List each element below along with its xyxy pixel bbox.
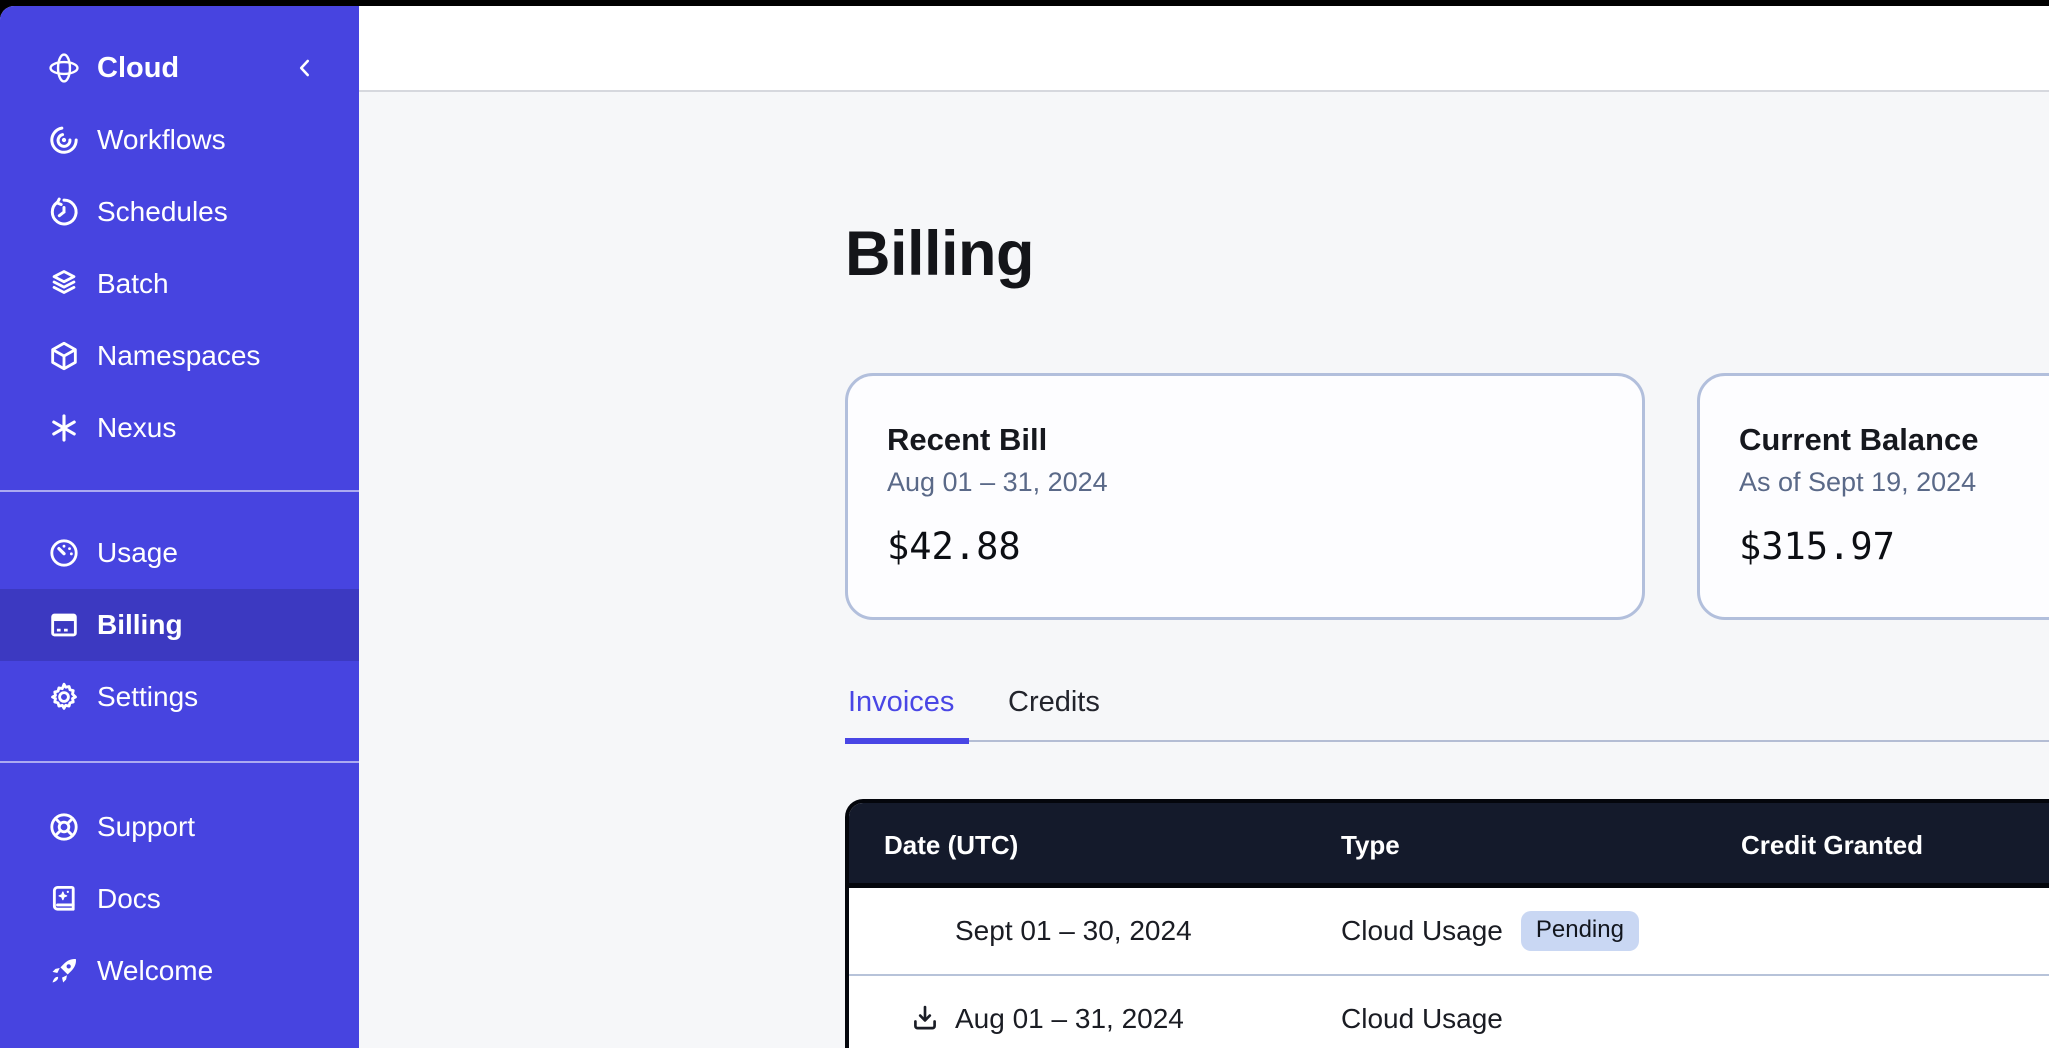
support-lifebuoy-icon bbox=[47, 810, 81, 844]
card-title: Current Balance bbox=[1739, 422, 2049, 458]
invoices-table: Date (UTC) Type Credit Granted Sept 01 –… bbox=[845, 799, 2049, 1048]
app-window: Cloud Workflows bbox=[0, 6, 2049, 1048]
sidebar-item-label: Batch bbox=[97, 268, 169, 300]
usage-gauge-icon bbox=[47, 536, 81, 570]
nexus-asterisk-icon bbox=[47, 411, 81, 445]
brand-label: Cloud bbox=[97, 52, 179, 85]
card-title: Recent Bill bbox=[887, 422, 1602, 458]
sidebar-item-schedules[interactable]: Schedules bbox=[0, 176, 359, 248]
column-header-type: Type bbox=[1341, 803, 1400, 888]
invoice-type-cell: Cloud Usage Pending bbox=[1341, 888, 1639, 974]
sidebar-collapse-button[interactable] bbox=[281, 32, 329, 104]
invoice-date: Sept 01 – 30, 2024 bbox=[955, 888, 1192, 974]
invoice-date: Aug 01 – 31, 2024 bbox=[955, 976, 1184, 1048]
card-amount: $42.88 bbox=[887, 525, 1602, 568]
invoice-type: Cloud Usage bbox=[1341, 1003, 1503, 1035]
main-content: Billing Recent Bill Aug 01 – 31, 2024 $4… bbox=[359, 94, 2049, 1048]
sidebar-item-label: Welcome bbox=[97, 955, 213, 987]
settings-gear-icon bbox=[47, 680, 81, 714]
sidebar-item-label: Namespaces bbox=[97, 340, 260, 372]
sidebar-item-support[interactable]: Support bbox=[0, 791, 359, 863]
batch-layers-icon bbox=[47, 267, 81, 301]
tab-credits[interactable]: Credits bbox=[1008, 686, 1100, 719]
card-amount: $315.97 bbox=[1739, 525, 2049, 568]
tab-divider-line bbox=[845, 740, 2049, 742]
billing-card-icon bbox=[47, 608, 81, 642]
card-subtitle: Aug 01 – 31, 2024 bbox=[887, 467, 1602, 498]
sidebar-item-batch[interactable]: Batch bbox=[0, 248, 359, 320]
top-bar bbox=[359, 6, 2049, 92]
column-header-date: Date (UTC) bbox=[884, 803, 1018, 888]
sidebar-item-label: Usage bbox=[97, 537, 178, 569]
schedules-timer-icon bbox=[47, 195, 81, 229]
sidebar-item-label: Nexus bbox=[97, 412, 176, 444]
sidebar-item-label: Settings bbox=[97, 681, 198, 713]
sidebar-item-label: Schedules bbox=[97, 196, 228, 228]
current-balance-card: Current Balance As of Sept 19, 2024 $315… bbox=[1697, 373, 2049, 620]
chevron-left-icon bbox=[292, 55, 318, 81]
sidebar-item-workflows[interactable]: Workflows bbox=[0, 104, 359, 176]
column-header-credit: Credit Granted bbox=[1741, 803, 1923, 888]
sidebar-item-namespaces[interactable]: Namespaces bbox=[0, 320, 359, 392]
sidebar-item-welcome[interactable]: Welcome bbox=[0, 935, 359, 1007]
table-header-row: Date (UTC) Type Credit Granted bbox=[849, 803, 2049, 888]
download-invoice-button[interactable] bbox=[907, 1000, 943, 1036]
sidebar-item-label: Workflows bbox=[97, 124, 226, 156]
sidebar-item-label: Billing bbox=[97, 609, 183, 641]
sidebar-divider bbox=[0, 490, 359, 492]
download-icon bbox=[909, 1002, 941, 1034]
invoice-type: Cloud Usage bbox=[1341, 915, 1503, 947]
table-row[interactable]: Aug 01 – 31, 2024 Cloud Usage bbox=[849, 974, 2049, 1048]
recent-bill-card: Recent Bill Aug 01 – 31, 2024 $42.88 bbox=[845, 373, 1645, 620]
sidebar-brand: Cloud bbox=[0, 32, 359, 104]
card-subtitle: As of Sept 19, 2024 bbox=[1739, 467, 2049, 498]
sidebar: Cloud Workflows bbox=[0, 6, 359, 1048]
status-badge: Pending bbox=[1521, 911, 1639, 951]
tab-invoices[interactable]: Invoices bbox=[848, 686, 954, 719]
sidebar-divider bbox=[0, 761, 359, 763]
sidebar-item-nexus[interactable]: Nexus bbox=[0, 392, 359, 464]
docs-book-icon bbox=[47, 882, 81, 916]
namespaces-cube-icon bbox=[47, 339, 81, 373]
active-tab-underline bbox=[845, 738, 969, 744]
sidebar-item-usage[interactable]: Usage bbox=[0, 517, 359, 589]
page-title: Billing bbox=[845, 218, 1034, 290]
sidebar-item-label: Docs bbox=[97, 883, 161, 915]
welcome-rocket-icon bbox=[47, 954, 81, 988]
sidebar-item-billing[interactable]: Billing bbox=[0, 589, 359, 661]
sidebar-item-label: Support bbox=[97, 811, 195, 843]
workflows-spiral-icon bbox=[47, 123, 81, 157]
temporal-logo-icon bbox=[47, 51, 81, 85]
invoice-type-cell: Cloud Usage bbox=[1341, 976, 1503, 1048]
sidebar-item-settings[interactable]: Settings bbox=[0, 661, 359, 733]
sidebar-item-docs[interactable]: Docs bbox=[0, 863, 359, 935]
table-row[interactable]: Sept 01 – 30, 2024 Cloud Usage Pending bbox=[849, 888, 2049, 974]
